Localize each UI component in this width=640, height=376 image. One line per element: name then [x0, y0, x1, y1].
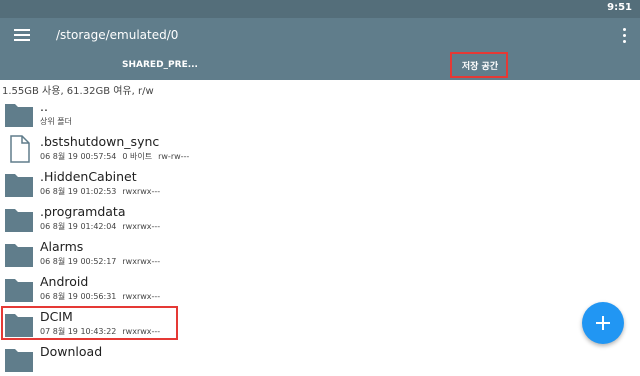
list-item[interactable]: .HiddenCabinet 06 8월 19 01:02:53 rwxrwx--… — [0, 166, 640, 201]
tab-storage-highlight — [450, 52, 508, 78]
file-name: .bstshutdown_sync — [40, 134, 160, 149]
storage-info: 1.55GB 사용, 61.32GB 여유, r/w — [2, 86, 154, 97]
file-permissions: rwxrwx--- — [122, 257, 161, 266]
file-date: 06 8월 19 00:56:31 — [40, 292, 117, 301]
tab-shared-prefs[interactable]: SHARED_PRE... — [0, 52, 320, 78]
list-item[interactable]: Android 06 8월 19 00:56:31 rwxrwx--- — [0, 271, 640, 306]
file-meta: 상위 폴더 — [40, 116, 72, 127]
list-item[interactable]: .. 상위 폴더 — [0, 96, 640, 131]
folder-icon — [5, 209, 33, 232]
file-date: 06 8월 19 00:52:17 — [40, 257, 117, 266]
file-date: 06 8월 19 01:02:53 — [40, 187, 117, 196]
file-name: Android — [40, 274, 89, 289]
file-meta: 06 8월 19 01:42:04 rwxrwx--- — [40, 221, 160, 232]
file-meta: 06 8월 19 00:56:31 rwxrwx--- — [40, 291, 160, 302]
file-permissions: rwxrwx--- — [122, 292, 161, 301]
folder-icon — [5, 104, 33, 127]
list-item[interactable]: .programdata 06 8월 19 01:42:04 rwxrwx--- — [0, 201, 640, 236]
file-permissions: rw-rw--- — [158, 152, 190, 161]
file-name: .programdata — [40, 204, 126, 219]
file-name: .HiddenCabinet — [40, 169, 137, 184]
file-name: .. — [40, 99, 48, 114]
app-bar: /storage/emulated/0 SHARED_PRE... 저장 공간 — [0, 18, 640, 80]
hamburger-menu-icon[interactable] — [14, 27, 32, 45]
list-item[interactable]: .bstshutdown_sync 06 8월 19 00:57:54 0 바이트… — [0, 131, 640, 166]
file-meta: 06 8월 19 00:52:17 rwxrwx--- — [40, 256, 160, 267]
file-date: 06 8월 19 01:42:04 — [40, 222, 117, 231]
current-path: /storage/emulated/0 — [56, 28, 179, 42]
file-name: Download — [40, 344, 103, 359]
status-time: 9:51 — [607, 2, 632, 13]
folder-icon — [5, 279, 33, 302]
more-options-icon[interactable] — [618, 26, 632, 46]
list-item[interactable]: Alarms 06 8월 19 00:52:17 rwxrwx--- — [0, 236, 640, 271]
folder-icon — [5, 174, 33, 197]
folder-icon — [5, 244, 33, 267]
dcim-highlight — [1, 306, 178, 340]
file-permissions: rwxrwx--- — [122, 187, 161, 196]
status-bar: 9:51 — [0, 0, 640, 18]
add-fab-button[interactable] — [582, 302, 624, 344]
file-icon — [10, 135, 30, 163]
file-name: Alarms — [40, 239, 84, 254]
file-size: 0 바이트 — [122, 152, 153, 161]
file-meta: 06 8월 19 01:02:53 rwxrwx--- — [40, 186, 160, 197]
file-meta: 06 8월 19 00:57:54 0 바이트 rw-rw--- — [40, 151, 189, 162]
folder-icon — [5, 349, 33, 372]
list-item[interactable]: Download — [0, 341, 640, 376]
file-date: 06 8월 19 00:57:54 — [40, 152, 117, 161]
file-date: 상위 폴더 — [40, 117, 72, 126]
file-permissions: rwxrwx--- — [122, 222, 161, 231]
